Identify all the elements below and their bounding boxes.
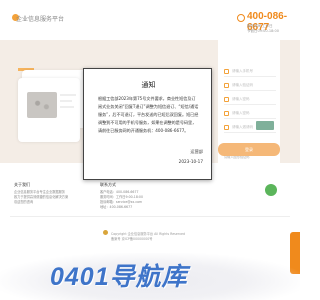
footer-about-text: 企业信息服务平台专注企业数据服务 致力于提供高效便捷的信息化解决方案 欢迎您的咨…	[14, 190, 68, 205]
service-time-line-2: 节假日09:00-18:00	[247, 29, 279, 33]
lock-icon	[224, 111, 229, 116]
password-confirm-placeholder: 请输入密码	[232, 111, 250, 115]
notice-title: 通知	[141, 81, 156, 89]
site-title[interactable]: 企业信息服务平台	[16, 14, 64, 23]
code-field[interactable]: 请输入验证码	[224, 82, 276, 91]
service-time: 服务时间 工作日 节假日09:00-18:00	[247, 24, 279, 34]
wechat-icon[interactable]	[265, 184, 277, 196]
login-button[interactable]: 登录	[218, 143, 280, 156]
captcha-image[interactable]	[256, 121, 274, 130]
footer-contact-line: 地址：400-086-6677	[100, 205, 133, 209]
phone-text-line	[60, 106, 74, 108]
site-header: 企业信息服务平台 400-086-6677 服务时间 工作日 节假日09:00-…	[0, 0, 300, 40]
footer-contact-text: 客户电话：400-086-6677 服务时间：工作日9:00-18:00 投诉邮…	[100, 190, 143, 210]
phone-field-placeholder: 请输入手机号	[232, 69, 253, 73]
police-badge-icon	[103, 230, 108, 235]
footer-contact-title: 联系方式	[100, 182, 116, 187]
phone-text-line	[60, 100, 72, 102]
phone-icon	[237, 14, 245, 22]
invite-field-placeholder: 请输入邀请码	[232, 125, 253, 129]
shield-icon	[224, 83, 229, 88]
copyright: Copyright 企业信息服务平台 All Rights Reserved 备…	[111, 232, 185, 242]
footer-about-line: 欢迎您的咨询	[14, 200, 34, 204]
password-field[interactable]: 请输入密码	[224, 96, 276, 105]
ticket-icon	[224, 125, 229, 130]
notice-date: 2023-10-17	[178, 159, 203, 164]
icp-record-link[interactable]: 备案号 京ICP备00000000号	[111, 237, 185, 242]
notice-dialog: 通知 根据工信部2023年第75号文件要求，商业性短信及订阅式业务关闭“回复T退…	[83, 68, 212, 180]
user-icon	[224, 69, 229, 74]
notice-signature: 运营部	[190, 149, 203, 154]
footer-about-title: 关于我们	[14, 182, 30, 187]
phone-text-line	[60, 94, 76, 96]
code-field-placeholder: 请输入验证码	[232, 83, 253, 87]
lock-icon	[224, 97, 229, 102]
watermark-text: 0401导航库	[50, 263, 188, 291]
footer-divider	[10, 216, 290, 217]
notice-body: 根据工信部2023年第75号文件要求，商业性短信及订阅式业务关闭“回复T退订”调…	[98, 96, 199, 133]
photo-texture	[31, 96, 53, 114]
password-confirm-field[interactable]: 请输入密码	[224, 110, 276, 119]
password-field-placeholder: 请输入密码	[232, 97, 250, 101]
phone-field[interactable]: 请输入手机号	[224, 68, 276, 77]
